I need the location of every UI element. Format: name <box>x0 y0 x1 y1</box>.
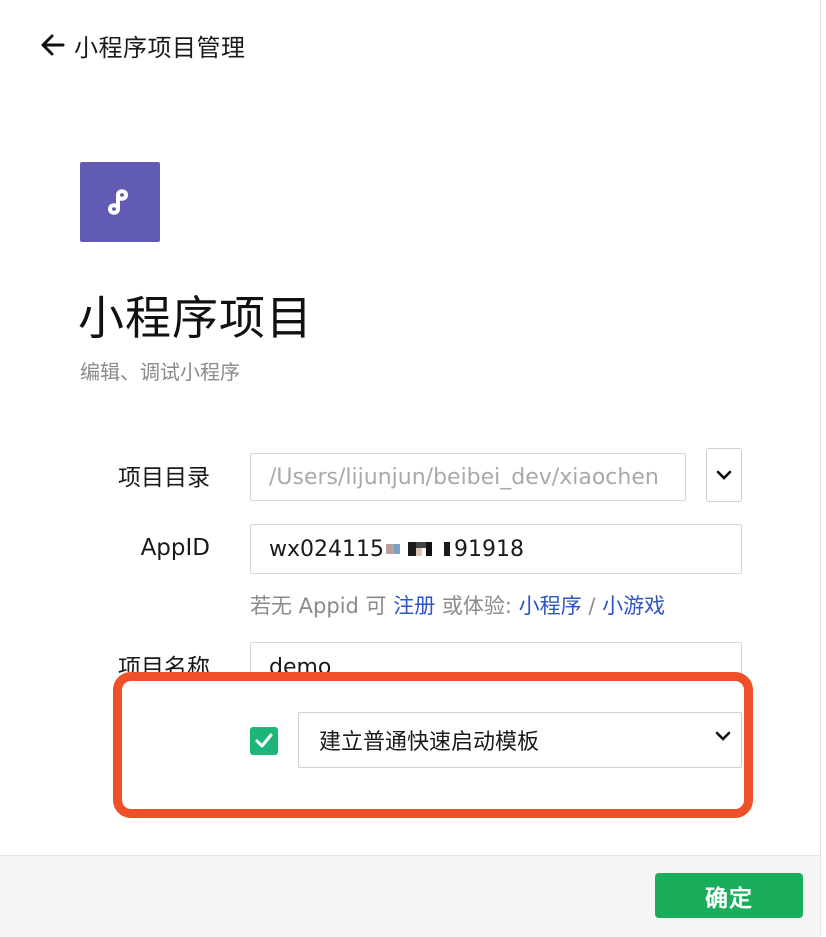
mini-game-link[interactable]: 小游戏 <box>602 594 665 618</box>
hint-separator: / <box>581 594 603 618</box>
dir-dropdown-button[interactable] <box>706 448 742 502</box>
chevron-down-icon <box>715 731 731 741</box>
redacted-mosaic <box>386 540 452 558</box>
window-edge <box>820 0 821 936</box>
appid-prefix: wx024115 <box>269 536 384 562</box>
project-dir-input[interactable]: /Users/lijunjun/beibei_dev/xiaochen <box>250 453 686 501</box>
register-link[interactable]: 注册 <box>393 594 435 618</box>
confirm-button[interactable]: 确定 <box>655 873 803 918</box>
appid-hint: 若无 Appid 可 注册 或体验: 小程序 / 小游戏 <box>250 590 665 620</box>
mini-program-link[interactable]: 小程序 <box>519 594 582 618</box>
project-title: 小程序项目 <box>78 291 313 345</box>
appid-suffix: 91918 <box>454 536 524 562</box>
template-checkbox[interactable] <box>250 727 278 755</box>
template-select[interactable]: 建立普通快速启动模板 <box>298 712 742 768</box>
page-title: 小程序项目管理 <box>74 33 246 62</box>
arrow-left-icon[interactable] <box>38 31 66 59</box>
hint-text: 若无 Appid 可 <box>250 594 394 618</box>
template-selected-value: 建立普通快速启动模板 <box>319 730 540 755</box>
project-dir-value: /Users/lijunjun/beibei_dev/xiaochen <box>269 464 659 490</box>
back-navigation[interactable]: 小程序项目管理 <box>38 28 246 62</box>
appid-label: AppID <box>140 535 210 561</box>
project-subtitle: 编辑、调试小程序 <box>80 360 240 384</box>
mini-program-logo-icon <box>80 162 160 242</box>
appid-input[interactable]: wx024115 91918 <box>250 524 742 574</box>
dir-label: 项目目录 <box>118 465 210 491</box>
chevron-down-icon <box>716 470 732 480</box>
checkmark-icon <box>255 733 273 748</box>
hint-middle-text: 或体验: <box>435 594 519 618</box>
